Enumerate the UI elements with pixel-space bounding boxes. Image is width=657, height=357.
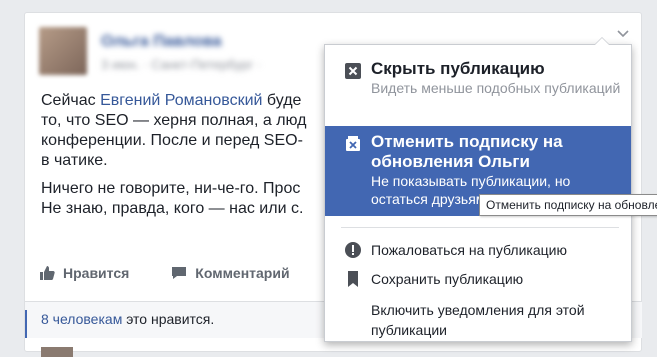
bookmark-icon [345,271,361,287]
save-post-item[interactable]: Сохранить публикацию [325,269,631,289]
hide-post-title: Скрыть публикацию [371,59,545,78]
likes-rest: это нравится. [122,311,215,327]
unfollow-title: Отменить подписку на обновления Ольги [371,132,563,171]
likes-count-link[interactable]: 8 человекам [41,311,122,327]
text-segment: то, что SEO — херня полная, а люд [41,112,307,129]
save-post-label: Сохранить публикацию [371,271,524,287]
unfollow-icon [345,136,361,152]
likes-accent-bar [25,310,27,338]
comment-icon [171,265,187,281]
text-segment: Сейчас [41,92,101,109]
commenter-avatar [41,347,73,357]
unfollow-tooltip: Отменить подписку на обновле [479,194,657,216]
likes-text: 8 человекам это нравится. [41,311,214,327]
post-meta: 3 июн. · Санкт-Петербург · [101,57,262,72]
menu-divider [341,227,619,228]
report-post-label: Пожаловаться на публикацию [371,242,567,258]
thumbs-up-icon [39,265,55,281]
mentioned-user-link[interactable]: Евгений Романовский [100,92,262,109]
text-segment: Не знаю, правда, кого — нас или с. [41,200,304,217]
like-label: Нравится [63,265,130,281]
enable-notifications-item[interactable]: Включить уведомления для этой публикации [325,300,631,340]
author-avatar[interactable] [39,27,87,75]
chevron-down-icon[interactable] [617,27,629,39]
author-name[interactable]: Ольга Павлова [101,33,222,51]
like-button[interactable]: Нравится [39,265,129,281]
hide-post-subtitle: Видеть меньше подобных публикаций [371,80,621,96]
text-segment: конференции. После и перед SEO- [41,132,303,149]
alert-icon [345,242,361,258]
enable-notifications-label: Включить уведомления для этой публикации [371,302,585,338]
comment-label: Комментарий [195,265,290,281]
close-box-icon [345,63,361,79]
post-actions: Нравится Комментарий [39,265,290,281]
hide-post-item[interactable]: Скрыть публикацию Видеть меньше подобных… [325,59,631,123]
post-options-menu: Скрыть публикацию Видеть меньше подобных… [324,37,632,342]
comment-button[interactable]: Комментарий [171,265,290,281]
report-post-item[interactable]: Пожаловаться на публикацию [325,240,631,260]
text-segment: в чатике. [41,152,108,169]
text-segment: Ничего не говорите, ни-че-го. Прос [41,180,301,197]
text-segment: буде [262,92,302,109]
